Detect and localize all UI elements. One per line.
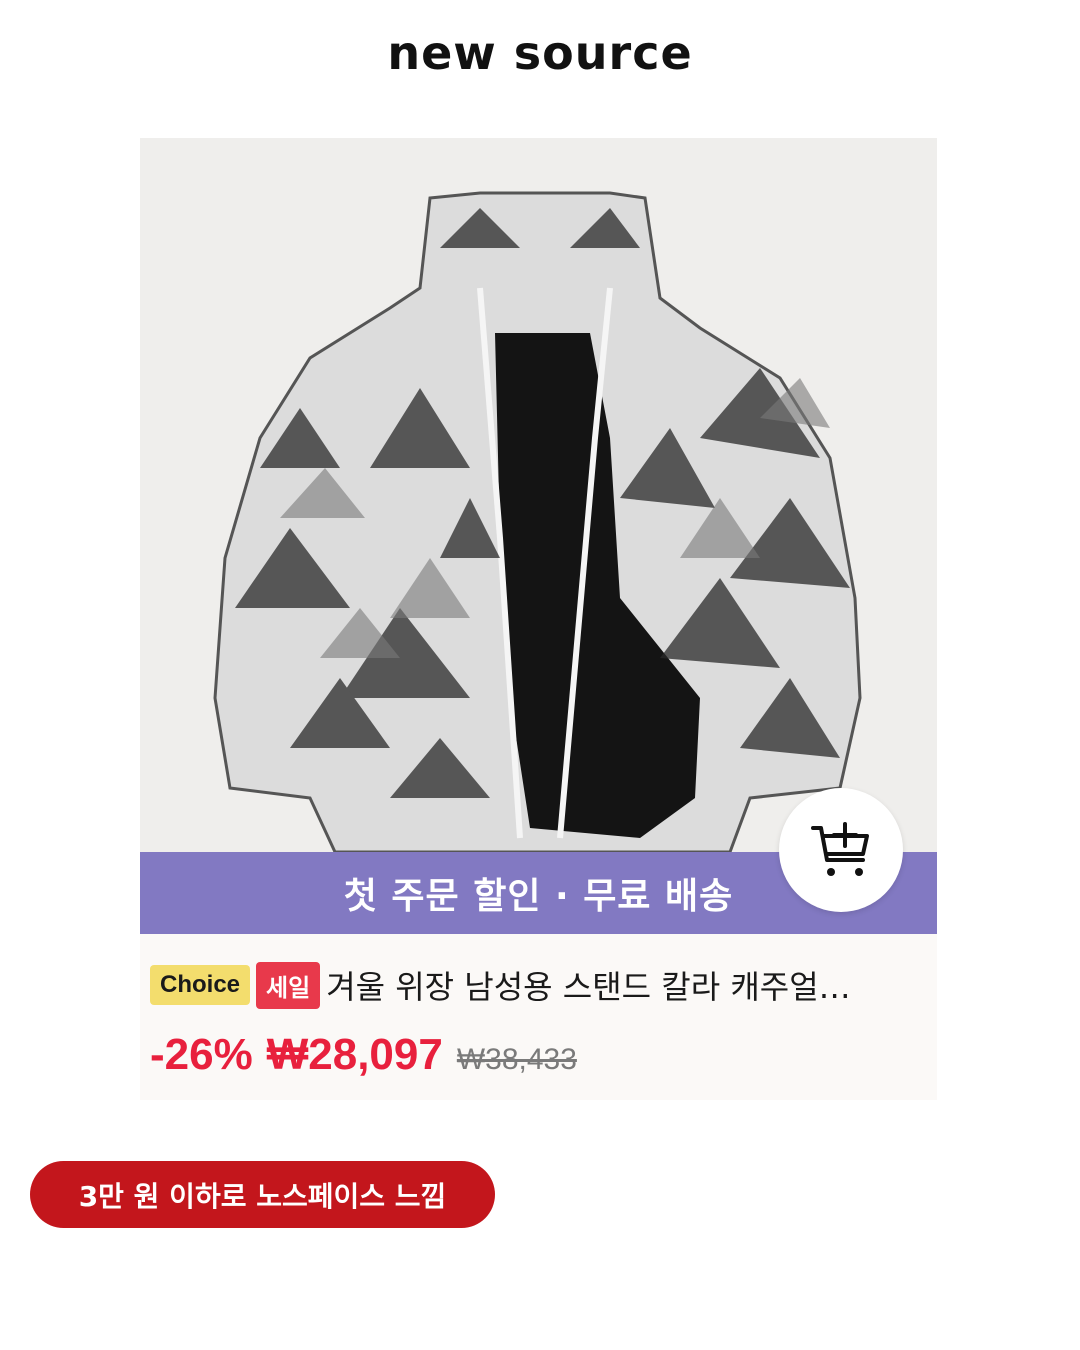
add-to-cart-icon <box>811 822 869 876</box>
original-price: ₩38,433 <box>456 1043 577 1076</box>
brand-logo: new source <box>387 26 693 80</box>
caption-pill: 3만 원 이하로 노스페이스 느낌 <box>30 1161 495 1228</box>
add-to-cart-button[interactable] <box>779 788 903 912</box>
discount-rate: -26% <box>150 1030 253 1079</box>
sale-badge: 세일 <box>256 961 321 1009</box>
jacket-illustration <box>140 138 937 852</box>
choice-badge: Choice <box>150 965 251 1005</box>
product-card[interactable]: 첫 주문 할인 · 무료 배송 Choice 세일 겨울 위장 남성용 스탠드 … <box>140 138 937 1100</box>
product-title[interactable]: 겨울 위장 남성용 스탠드 칼라 캐주얼… <box>326 962 850 1008</box>
product-image[interactable] <box>140 138 937 852</box>
product-title-row[interactable]: Choice 세일 겨울 위장 남성용 스탠드 칼라 캐주얼… <box>150 960 930 1010</box>
sale-price: ₩28,097 <box>266 1030 443 1079</box>
price-row: -26% ₩28,097 ₩38,433 <box>150 1030 577 1080</box>
